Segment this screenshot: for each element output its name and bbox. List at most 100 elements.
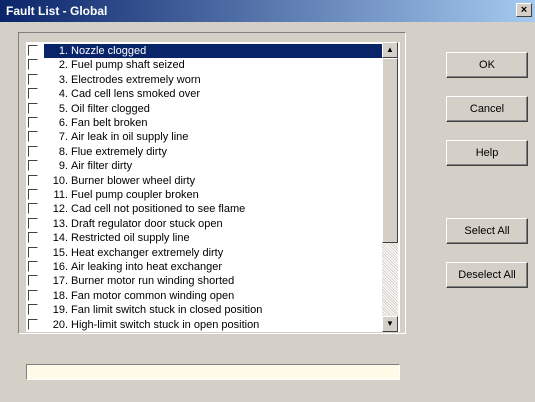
help-button-label: Help — [475, 147, 499, 159]
fault-number: 5. — [58, 102, 68, 115]
fault-checkbox[interactable] — [28, 160, 38, 172]
select-all-button-label: Select All — [464, 225, 510, 237]
fault-row[interactable]: 13. Draft regulator door stuck open — [26, 217, 382, 231]
ok-button-label: OK — [479, 59, 495, 71]
status-field — [26, 364, 400, 380]
fault-number: 4. — [58, 88, 68, 101]
fault-label: High-limit switch stuck in open position — [71, 318, 260, 331]
select-all-button[interactable]: Select All — [446, 218, 528, 244]
cancel-button-label: Cancel — [469, 103, 505, 115]
fault-row[interactable]: 19. Fan limit switch stuck in closed posi… — [26, 303, 382, 317]
fault-label: Cad cell lens smoked over — [71, 88, 201, 101]
fault-row[interactable]: 16. Air leaking into heat exchanger — [26, 260, 382, 274]
fault-label: Burner blower wheel dirty — [71, 174, 196, 187]
fault-label: Restricted oil supply line — [71, 232, 190, 245]
fault-number: 18. — [52, 289, 68, 302]
fault-checkbox[interactable] — [28, 88, 38, 100]
fault-label: Oil filter clogged — [71, 102, 150, 115]
fault-number: 13. — [52, 217, 68, 230]
scroll-down-button[interactable]: ▼ — [382, 316, 398, 332]
fault-number: 1. — [58, 45, 68, 57]
fault-row[interactable]: 15. Heat exchanger extremely dirty — [26, 246, 382, 260]
fault-row[interactable]: 12. Cad cell not positioned to see flame — [26, 202, 382, 216]
deselect-all-button[interactable]: Deselect All — [446, 262, 528, 288]
fault-number: 2. — [58, 59, 68, 72]
fault-row[interactable]: 10. Burner blower wheel dirty — [26, 174, 382, 188]
fault-label: Nozzle clogged — [71, 45, 147, 57]
fault-row[interactable]: 2. Fuel pump shaft seized — [26, 58, 382, 72]
fault-checkbox[interactable] — [28, 246, 38, 258]
fault-checkbox[interactable] — [28, 131, 38, 143]
fault-number: 17. — [52, 275, 68, 288]
fault-number: 14. — [52, 232, 68, 245]
scroll-up-button[interactable]: ▲ — [382, 42, 398, 58]
fault-checkbox[interactable] — [28, 232, 38, 244]
fault-number: 3. — [58, 73, 68, 86]
fault-number: 15. — [52, 246, 68, 259]
fault-label: Electrodes extremely worn — [71, 73, 201, 86]
fault-number: 10. — [52, 174, 68, 187]
fault-checkbox[interactable] — [28, 289, 38, 301]
fault-row[interactable]: 3. Electrodes extremely worn — [26, 73, 382, 87]
fault-number: 19. — [52, 304, 68, 317]
help-button[interactable]: Help — [446, 140, 528, 166]
fault-number: 6. — [58, 117, 68, 129]
fault-label: Draft regulator door stuck open — [71, 217, 223, 230]
fault-label: Cad cell not positioned to see flame — [71, 203, 246, 216]
fault-checkbox[interactable] — [28, 117, 38, 128]
fault-row[interactable]: 1. Nozzle clogged — [26, 44, 382, 58]
fault-checkbox[interactable] — [28, 145, 38, 157]
fault-number: 16. — [52, 261, 68, 273]
fault-row[interactable]: 5. Oil filter clogged — [26, 102, 382, 116]
deselect-all-button-label: Deselect All — [458, 269, 516, 281]
close-button[interactable]: × — [516, 3, 532, 17]
fault-label: Heat exchanger extremely dirty — [71, 246, 224, 259]
fault-label: Fuel pump shaft seized — [71, 59, 185, 72]
fault-number: 7. — [58, 131, 68, 144]
fault-row[interactable]: 6. Fan belt broken — [26, 116, 382, 130]
fault-checkbox[interactable] — [28, 261, 38, 272]
fault-label: Fan belt broken — [71, 117, 148, 129]
fault-label: Fuel pump coupler broken — [71, 189, 199, 201]
fault-row[interactable]: 20. High-limit switch stuck in open posit… — [26, 318, 382, 332]
arrow-up-icon: ▲ — [386, 45, 394, 54]
fault-checkbox[interactable] — [28, 318, 38, 330]
vertical-scrollbar[interactable]: ▲ ▼ — [382, 42, 398, 332]
fault-list[interactable]: 1. Nozzle clogged 2. Fuel pump shaft seized… — [26, 42, 400, 332]
fault-checkbox[interactable] — [28, 189, 38, 200]
title-bar: Fault List - Global × — [0, 0, 535, 22]
fault-row[interactable]: 17. Burner motor run winding shorted — [26, 274, 382, 288]
cancel-button[interactable]: Cancel — [446, 96, 528, 122]
fault-row[interactable]: 18. Fan motor common winding open — [26, 289, 382, 303]
fault-checkbox[interactable] — [28, 59, 38, 71]
fault-checkbox[interactable] — [28, 102, 38, 114]
fault-row[interactable]: 9. Air filter dirty — [26, 159, 382, 173]
close-icon: × — [520, 4, 528, 16]
fault-number: 11. — [53, 189, 68, 201]
fault-checkbox[interactable] — [28, 304, 38, 316]
scroll-thumb[interactable] — [382, 58, 398, 243]
arrow-down-icon: ▼ — [386, 319, 394, 328]
fault-checkbox[interactable] — [28, 275, 38, 287]
fault-row[interactable]: 4. Cad cell lens smoked over — [26, 87, 382, 101]
fault-row[interactable]: 11. Fuel pump coupler broken — [26, 188, 382, 202]
fault-label: Fan motor common winding open — [71, 289, 235, 302]
fault-number: 9. — [58, 160, 68, 173]
fault-label: Air leak in oil supply line — [71, 131, 189, 144]
fault-label: Burner motor run winding shorted — [71, 275, 235, 288]
fault-number: 20. — [52, 318, 68, 331]
fault-row[interactable]: 14. Restricted oil supply line — [26, 231, 382, 245]
fault-checkbox[interactable] — [28, 203, 38, 215]
fault-label: Air filter dirty — [71, 160, 133, 173]
fault-checkbox[interactable] — [28, 73, 38, 85]
fault-checkbox[interactable] — [28, 174, 38, 186]
fault-label: Flue extremely dirty — [71, 145, 167, 158]
fault-checkbox[interactable] — [28, 217, 38, 229]
fault-row[interactable]: 7. Air leak in oil supply line — [26, 130, 382, 144]
fault-row[interactable]: 8. Flue extremely dirty — [26, 145, 382, 159]
fault-label: Fan limit switch stuck in closed positio… — [71, 304, 263, 317]
fault-number: 8. — [58, 145, 68, 158]
window-title: Fault List - Global — [6, 4, 108, 18]
ok-button[interactable]: OK — [446, 52, 528, 78]
fault-checkbox[interactable] — [28, 45, 38, 56]
